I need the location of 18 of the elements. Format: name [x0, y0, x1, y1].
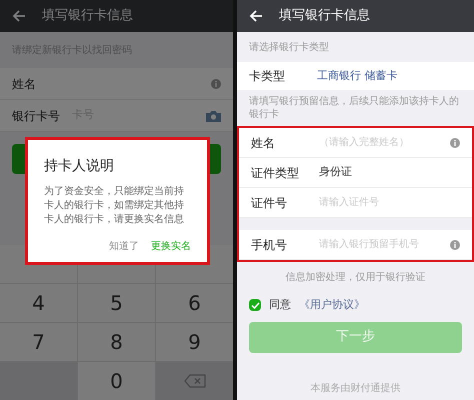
- dialog-title: 持卡人说明: [44, 157, 115, 176]
- field-label: 银行卡号: [12, 108, 60, 124]
- field-label: 卡类型: [249, 68, 286, 85]
- field-value: 工商银行 储蓄卡: [317, 68, 398, 84]
- field-label: 证件类型: [251, 164, 300, 182]
- field-label: 姓名: [251, 134, 276, 152]
- field-value: 身份证: [319, 164, 353, 180]
- window-title: 填写银行卡信息: [42, 7, 133, 26]
- window-title: 填写银行卡信息: [279, 7, 370, 26]
- hint-text: 请填写银行预留信息，后续只能添加该持卡人的银行卡: [249, 95, 460, 121]
- hint-text: 请选择银行卡类型: [249, 40, 329, 54]
- field-label: 手机号: [251, 236, 288, 254]
- dialog-message: 为了资金安全，只能绑定当前持卡人的银行卡，如需绑定其他持卡人的银行卡，请更换实名信息: [44, 185, 185, 227]
- privacy-note: 信息加密处理，仅用于银行验证: [286, 270, 426, 285]
- field-label: 姓名: [12, 76, 37, 92]
- footer-text: 本服务由财付通提供: [310, 382, 400, 396]
- field-label: 证件号: [251, 194, 288, 212]
- agree-label: 同意: [269, 297, 291, 313]
